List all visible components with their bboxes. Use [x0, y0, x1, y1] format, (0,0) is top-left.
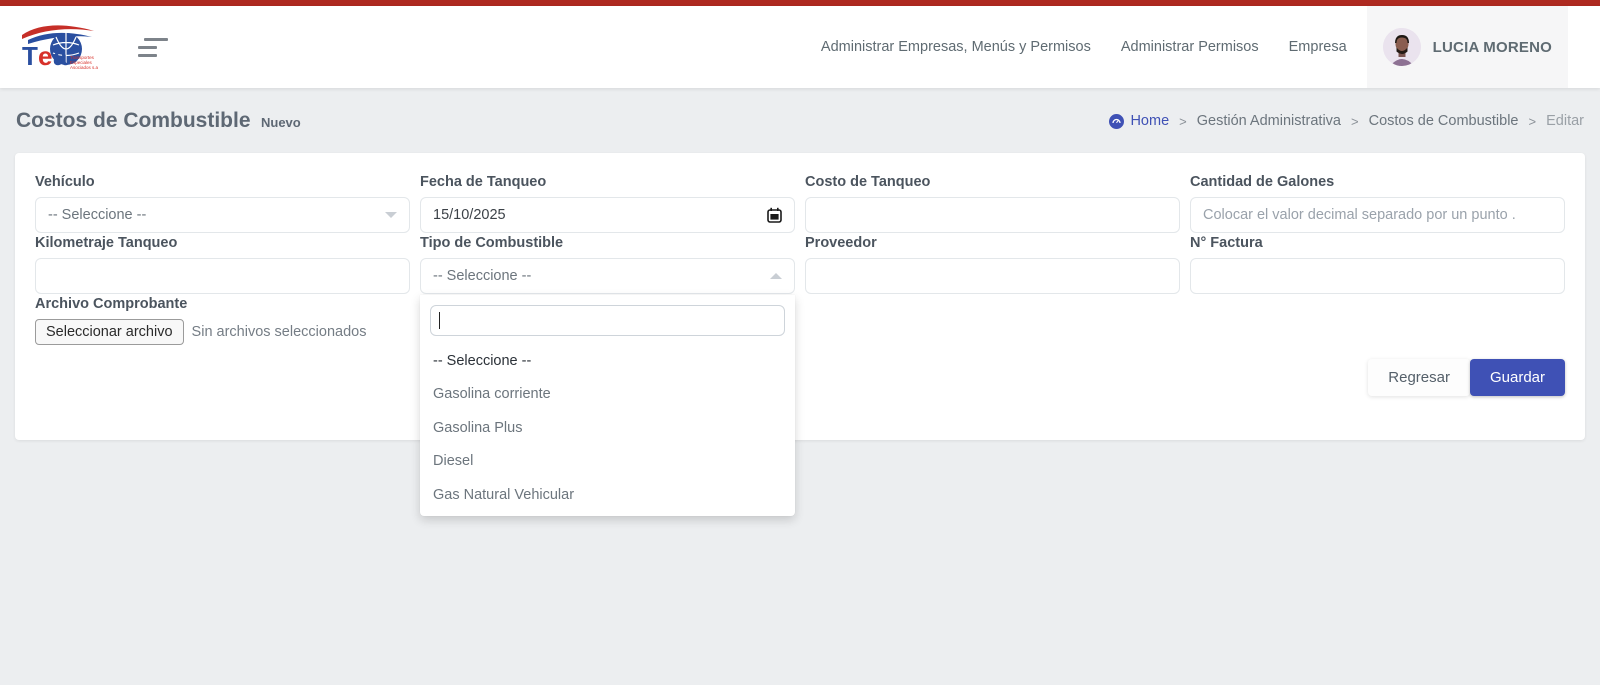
field-proveedor: Proveedor	[805, 234, 1180, 294]
archivo-select-file-button[interactable]: Seleccionar archivo	[35, 319, 184, 345]
app-header: T e a Transportes Especiales Asociados s…	[0, 6, 1600, 88]
svg-text:e: e	[38, 41, 52, 71]
nav-item-administrar-permisos[interactable]: Administrar Permisos	[1121, 39, 1259, 55]
breadcrumb-separator: >	[1529, 114, 1537, 129]
page-head: Costos de Combustible Nuevo Home > Gesti…	[0, 102, 1600, 140]
tipo-dropdown-panel: -- Seleccione -- Gasolina corriente Gaso…	[420, 295, 795, 516]
breadcrumb-item-gestion[interactable]: Gestión Administrativa	[1197, 113, 1341, 129]
field-tipo-combustible: Tipo de Combustible -- Seleccione -- -- …	[420, 234, 795, 294]
tipo-dropdown-options: -- Seleccione -- Gasolina corriente Gaso…	[430, 344, 785, 512]
proveedor-input[interactable]	[805, 258, 1180, 294]
archivo-file-status: Sin archivos seleccionados	[192, 324, 367, 340]
chevron-up-icon	[770, 273, 782, 279]
user-menu[interactable]: LUCIA MORENO	[1367, 6, 1568, 88]
tipo-option-diesel[interactable]: Diesel	[430, 445, 785, 479]
breadcrumb-item-costos[interactable]: Costos de Combustible	[1369, 113, 1519, 129]
vehiculo-select[interactable]: -- Seleccione --	[35, 197, 410, 233]
breadcrumb: Home > Gestión Administrativa > Costos d…	[1109, 113, 1584, 129]
fecha-label: Fecha de Tanqueo	[420, 174, 795, 190]
tipo-select[interactable]: -- Seleccione --	[420, 258, 795, 294]
breadcrumb-home-label: Home	[1130, 113, 1169, 129]
calendar-icon[interactable]	[767, 207, 782, 223]
tipo-option-seleccione[interactable]: -- Seleccione --	[430, 344, 785, 378]
kilometraje-label: Kilometraje Tanqueo	[35, 235, 410, 251]
vehiculo-selected-value: -- Seleccione --	[48, 207, 146, 223]
user-name: LUCIA MORENO	[1433, 39, 1552, 56]
field-costo-tanqueo: Costo de Tanqueo	[805, 173, 1180, 233]
breadcrumb-separator: >	[1351, 114, 1359, 129]
tipo-selected-value: -- Seleccione --	[433, 268, 531, 284]
header-nav: Administrar Empresas, Menús y Permisos A…	[821, 39, 1347, 55]
field-factura: N° Factura	[1190, 234, 1565, 294]
breadcrumb-separator: >	[1179, 114, 1187, 129]
factura-input[interactable]	[1190, 258, 1565, 294]
tipo-option-gasolina-corriente[interactable]: Gasolina corriente	[430, 378, 785, 412]
form-card: Vehículo -- Seleccione -- Fecha de Tanqu…	[15, 153, 1585, 440]
costo-input[interactable]	[805, 197, 1180, 233]
menu-icon[interactable]	[138, 36, 168, 58]
nav-item-administrar-empresas[interactable]: Administrar Empresas, Menús y Permisos	[821, 39, 1091, 55]
menu-icon-bar	[138, 54, 157, 57]
form-actions: Regresar Guardar	[1368, 359, 1565, 396]
page-subtitle: Nuevo	[261, 115, 301, 130]
factura-label: N° Factura	[1190, 235, 1565, 251]
company-logo[interactable]: T e a Transportes Especiales Asociados s…	[20, 19, 98, 75]
archivo-file-input: Seleccionar archivo Sin archivos selecci…	[35, 319, 410, 345]
page-title-group: Costos de Combustible Nuevo	[16, 109, 301, 133]
svg-text:a: a	[53, 41, 68, 71]
costo-label: Costo de Tanqueo	[805, 174, 1180, 190]
menu-icon-bar	[138, 46, 157, 49]
archivo-label: Archivo Comprobante	[35, 296, 410, 312]
breadcrumb-item-editar: Editar	[1546, 113, 1584, 129]
field-cantidad-galones: Cantidad de Galones	[1190, 173, 1565, 233]
form-grid: Vehículo -- Seleccione -- Fecha de Tanqu…	[35, 173, 1565, 346]
tipo-option-gasolina-plus[interactable]: Gasolina Plus	[430, 411, 785, 445]
field-archivo-comprobante: Archivo Comprobante Seleccionar archivo …	[35, 295, 410, 345]
field-fecha-tanqueo: Fecha de Tanqueo 15/10/2025	[420, 173, 795, 233]
menu-icon-bar	[144, 38, 168, 41]
svg-text:Asociados s.a.s.: Asociados s.a.s.	[70, 65, 98, 70]
field-kilometraje: Kilometraje Tanqueo	[35, 234, 410, 294]
tipo-option-gas-natural[interactable]: Gas Natural Vehicular	[430, 478, 785, 512]
nav-item-empresa[interactable]: Empresa	[1289, 39, 1347, 55]
company-logo-image: T e a Transportes Especiales Asociados s…	[20, 19, 98, 75]
tipo-label: Tipo de Combustible	[420, 235, 795, 251]
tipo-dropdown-search-input[interactable]	[430, 305, 785, 336]
svg-text:T: T	[22, 41, 38, 71]
galones-label: Cantidad de Galones	[1190, 174, 1565, 190]
person-avatar-icon	[1383, 28, 1421, 66]
proveedor-label: Proveedor	[805, 235, 1180, 251]
regresar-button[interactable]: Regresar	[1368, 359, 1470, 396]
kilometraje-input[interactable]	[35, 258, 410, 294]
dashboard-icon	[1109, 114, 1124, 129]
fecha-value: 15/10/2025	[433, 207, 506, 223]
chevron-down-icon	[385, 212, 397, 218]
galones-input[interactable]	[1190, 197, 1565, 233]
fecha-date-input[interactable]: 15/10/2025	[420, 197, 795, 233]
breadcrumb-home-link[interactable]: Home	[1109, 113, 1169, 129]
guardar-button[interactable]: Guardar	[1470, 359, 1565, 396]
field-vehiculo: Vehículo -- Seleccione --	[35, 173, 410, 233]
user-avatar	[1383, 28, 1421, 66]
page-title: Costos de Combustible	[16, 109, 251, 132]
vehiculo-label: Vehículo	[35, 174, 410, 190]
text-cursor	[439, 312, 440, 329]
